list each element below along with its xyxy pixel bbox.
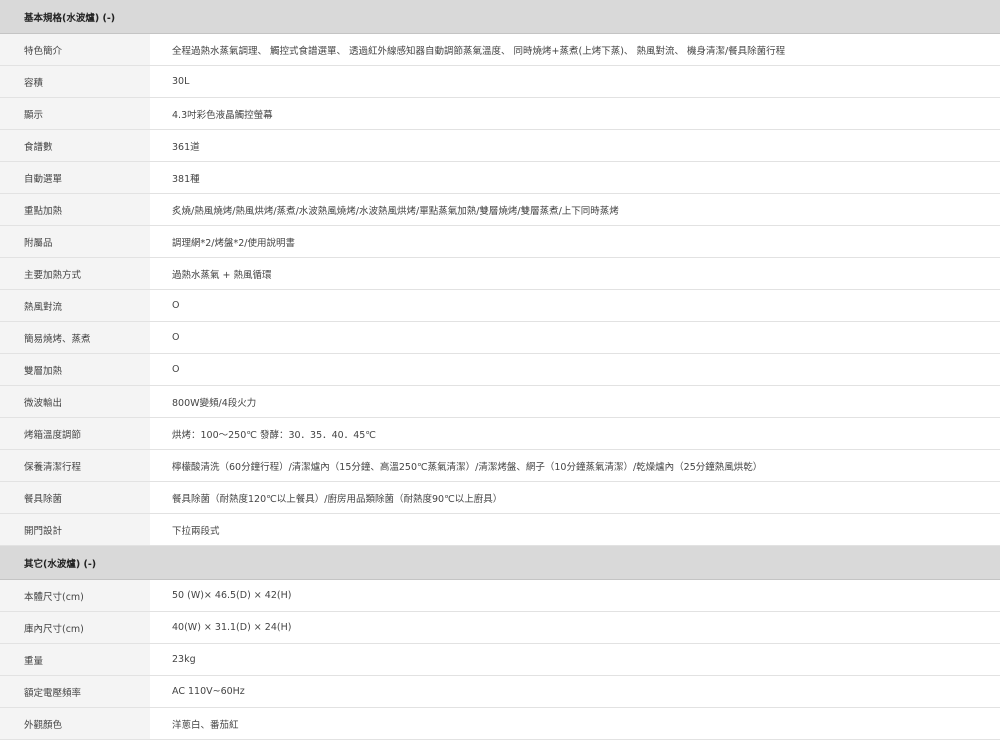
spec-label: 餐具除菌 [0,481,150,514]
spec-label: 主要加熱方式 [0,257,150,290]
spec-value: O [150,289,1000,322]
spec-label: 特色簡介 [0,33,150,66]
spec-row: 容積 30L [0,65,1000,98]
spec-value: 361道 [150,129,1000,162]
spec-row: 烤箱溫度調節 烘烤：100～250℃ 發酵：30．35．40．45℃ [0,417,1000,450]
spec-value: 4.3吋彩色液晶觸控螢幕 [150,97,1000,130]
spec-row: 保養清潔行程 檸檬酸清洗（60分鐘行程）/清潔爐內（15分鐘、高溫250℃蒸氣清潔… [0,449,1000,482]
spec-row: 食譜數 361道 [0,129,1000,162]
spec-value: 調理網*2/烤盤*2/使用說明書 [150,225,1000,258]
spec-value: 381種 [150,161,1000,194]
spec-label: 烤箱溫度調節 [0,417,150,450]
spec-row: 重點加熱 炙燒/熱風燒烤/熱風烘烤/蒸煮/水波熱風燒烤/水波熱風烘烤/單點蒸氣加熱… [0,193,1000,226]
spec-row: 特色簡介 全程過熱水蒸氣調理、 觸控式食譜選單、 透過紅外線感知器自動調節蒸氣溫度… [0,33,1000,66]
spec-label: 熱風對流 [0,289,150,322]
spec-label: 本體尺寸(cm) [0,579,150,612]
spec-label: 雙層加熱 [0,353,150,386]
spec-value: 烘烤：100～250℃ 發酵：30．35．40．45℃ [150,417,1000,450]
section-title: 基本規格(水波爐) (-) [0,0,1000,34]
spec-value: O [150,321,1000,354]
spec-table-body: 基本規格(水波爐) (-) 特色簡介 全程過熱水蒸氣調理、 觸控式食譜選單、 透過紅… [0,0,1000,740]
spec-label: 顯示 [0,97,150,130]
section-header: 基本規格(水波爐) (-) [0,0,1000,34]
spec-row: 自動選單 381種 [0,161,1000,194]
section-header: 其它(水波爐) (-) [0,545,1000,580]
spec-row: 雙層加熱 O [0,353,1000,386]
spec-label: 庫內尺寸(cm) [0,611,150,644]
spec-row: 顯示 4.3吋彩色液晶觸控螢幕 [0,97,1000,130]
spec-value: 過熱水蒸氣 + 熱風循環 [150,257,1000,290]
spec-value: 餐具除菌（耐熱度120℃以上餐具）/廚房用品類除菌（耐熱度90℃以上廚具） [150,481,1000,514]
section-title: 其它(水波爐) (-) [0,545,1000,580]
spec-row: 微波輸出 800W變頻/4段火力 [0,385,1000,418]
spec-value: O [150,353,1000,386]
spec-label: 微波輸出 [0,385,150,418]
spec-label: 容積 [0,65,150,98]
spec-value: 800W變頻/4段火力 [150,385,1000,418]
spec-value: 檸檬酸清洗（60分鐘行程）/清潔爐內（15分鐘、高溫250℃蒸氣清潔）/清潔烤盤… [150,449,1000,482]
spec-row: 重量 23kg [0,643,1000,676]
spec-value: 50 (W)× 46.5(D) × 42(H) [150,579,1000,612]
spec-value: 炙燒/熱風燒烤/熱風烘烤/蒸煮/水波熱風燒烤/水波熱風烘烤/單點蒸氣加熱/雙層燒… [150,193,1000,226]
spec-row: 本體尺寸(cm) 50 (W)× 46.5(D) × 42(H) [0,579,1000,612]
spec-label: 重量 [0,643,150,676]
spec-row: 庫內尺寸(cm) 40(W) × 31.1(D) × 24(H) [0,611,1000,644]
spec-row: 主要加熱方式 過熱水蒸氣 + 熱風循環 [0,257,1000,290]
spec-value: 30L [150,65,1000,98]
spec-table: 基本規格(水波爐) (-) 特色簡介 全程過熱水蒸氣調理、 觸控式食譜選單、 透過紅… [0,0,1000,740]
spec-value: 23kg [150,643,1000,676]
spec-label: 開門設計 [0,513,150,546]
spec-value: 下拉兩段式 [150,513,1000,546]
spec-label: 外觀顏色 [0,707,150,740]
spec-label: 簡易燒烤、蒸煮 [0,321,150,354]
spec-row: 附屬品 調理網*2/烤盤*2/使用說明書 [0,225,1000,258]
spec-row: 簡易燒烤、蒸煮 O [0,321,1000,354]
spec-row: 熱風對流 O [0,289,1000,322]
spec-label: 附屬品 [0,225,150,258]
spec-label: 自動選單 [0,161,150,194]
spec-row: 餐具除菌 餐具除菌（耐熱度120℃以上餐具）/廚房用品類除菌（耐熱度90℃以上廚具… [0,481,1000,514]
spec-row: 外觀顏色 洋蔥白、番茄紅 [0,707,1000,740]
spec-label: 重點加熱 [0,193,150,226]
spec-value: 40(W) × 31.1(D) × 24(H) [150,611,1000,644]
spec-label: 保養清潔行程 [0,449,150,482]
spec-value: 全程過熱水蒸氣調理、 觸控式食譜選單、 透過紅外線感知器自動調節蒸氣溫度、 同時… [150,33,1000,66]
spec-row: 開門設計 下拉兩段式 [0,513,1000,546]
spec-value: 洋蔥白、番茄紅 [150,707,1000,740]
spec-label: 食譜數 [0,129,150,162]
